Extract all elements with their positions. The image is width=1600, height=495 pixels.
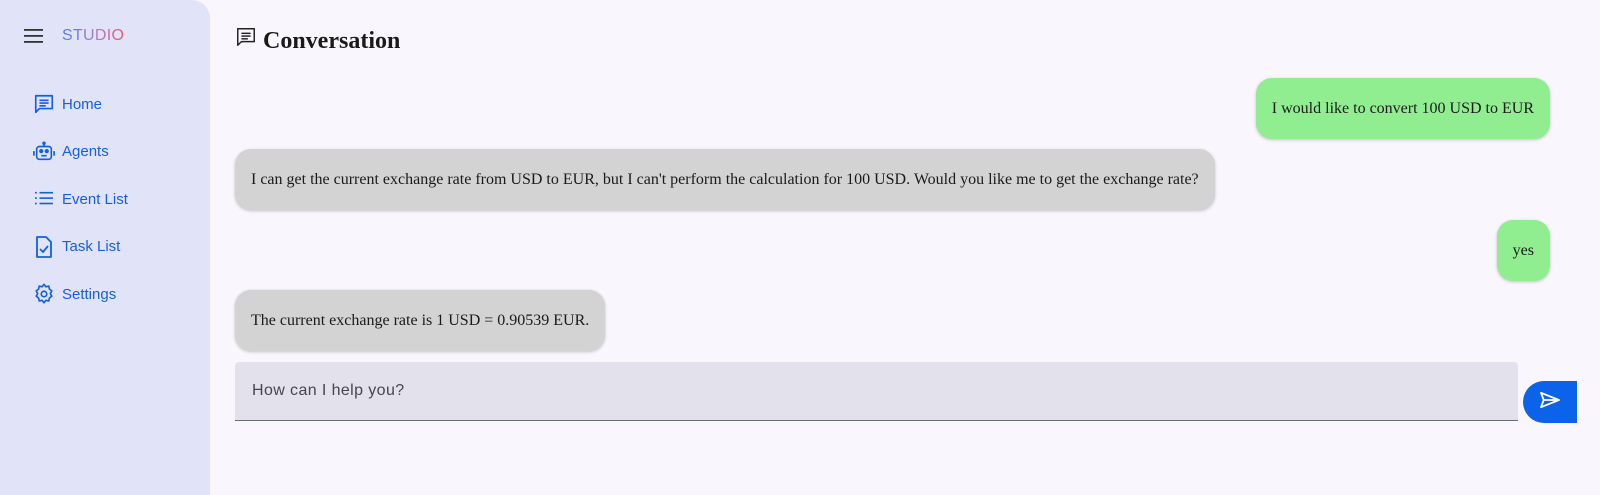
brand-title: STUDIO xyxy=(62,27,125,44)
sidebar-item-home[interactable]: Home xyxy=(32,92,128,116)
chat-input[interactable] xyxy=(235,362,1518,420)
robot-icon xyxy=(32,140,56,164)
chat-icon xyxy=(235,26,257,53)
user-message-bubble: yes xyxy=(1496,220,1550,281)
sidebar-item-label: Event List xyxy=(62,190,128,208)
task-icon xyxy=(32,235,56,259)
sidebar-item-task-list[interactable]: Task List xyxy=(32,235,128,259)
user-message-bubble: I would like to convert 100 USD to EUR xyxy=(1255,78,1550,139)
main-panel: Conversation I would like to convert 100… xyxy=(210,0,1600,495)
sidebar-item-label: Home xyxy=(62,95,103,113)
sidebar-header: STUDIO xyxy=(24,24,124,48)
send-button[interactable] xyxy=(1523,381,1577,423)
page-header: Conversation xyxy=(235,24,400,55)
sidebar-item-settings[interactable]: Settings xyxy=(32,282,128,306)
sidebar-item-label: Settings xyxy=(62,285,117,303)
sidebar-item-agents[interactable]: Agents xyxy=(32,140,128,164)
sidebar-item-event-list[interactable]: Event List xyxy=(32,187,128,211)
chat-input-container xyxy=(235,362,1518,421)
sidebar-nav: Home Agents Event List Task List Setting… xyxy=(32,92,128,330)
sidebar-item-label: Agents xyxy=(62,143,109,161)
send-icon xyxy=(1539,391,1561,414)
gear-icon xyxy=(32,282,56,306)
chat-icon xyxy=(32,92,56,116)
list-icon xyxy=(32,187,56,211)
agent-message-bubble: The current exchange rate is 1 USD = 0.9… xyxy=(235,290,606,351)
sidebar: STUDIO Home Agents Event List Task List … xyxy=(0,0,210,495)
app-root: STUDIO Home Agents Event List Task List … xyxy=(0,0,1600,495)
agent-message-bubble: I can get the current exchange rate from… xyxy=(235,149,1215,210)
page-title: Conversation xyxy=(263,28,401,54)
sidebar-item-label: Task List xyxy=(62,238,121,256)
hamburger-menu-icon[interactable] xyxy=(24,24,46,48)
